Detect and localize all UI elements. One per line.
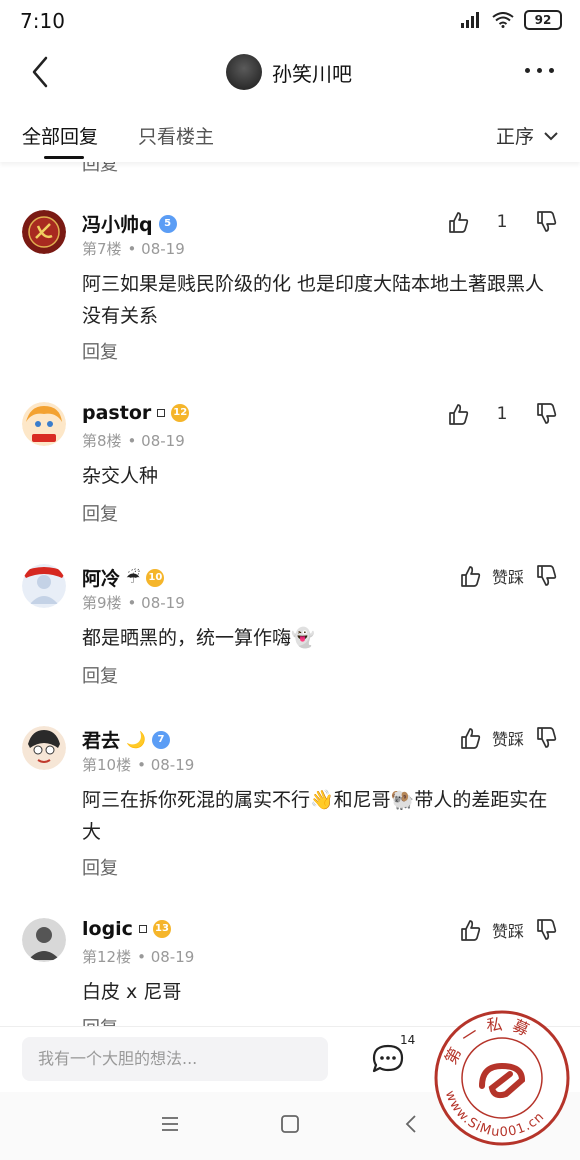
post-text: 白皮 x 尼哥 xyxy=(82,981,182,1003)
status-bar: 7:10 92 xyxy=(0,0,580,42)
sort-label: 正序 xyxy=(495,126,534,148)
replies-list: 回复 冯小帅q 5 第7楼 • 08-19 阿三如果是贱民阶级的化 也是印度大陆本… xyxy=(0,162,580,1026)
vote-label: 赞踩 xyxy=(491,568,524,587)
post-date: 08-19 xyxy=(150,948,195,966)
floor-number: 第10楼 xyxy=(82,756,132,774)
user-row: 君去 🌙 7 xyxy=(82,726,170,753)
post-date: 08-19 xyxy=(150,756,195,774)
level-badge: 10 xyxy=(146,568,165,587)
post-meta: 第9楼 • 08-19 xyxy=(82,594,185,612)
avatar[interactable] xyxy=(22,726,66,770)
post-meta: 第10楼 • 08-19 xyxy=(82,756,195,774)
thumbs-down-icon[interactable] xyxy=(534,918,558,942)
like-count: 1 xyxy=(496,404,508,424)
post-text: 都是晒黑的，统一算作嗨👻 xyxy=(82,627,315,649)
post-date: 08-19 xyxy=(141,594,185,612)
forum-title: 孙笑川吧 xyxy=(272,61,352,86)
username[interactable]: 阿冷 xyxy=(82,564,120,591)
username[interactable]: pastor xyxy=(82,402,151,424)
username[interactable]: 冯小帅q xyxy=(82,210,153,237)
tab-op-only[interactable]: 只看楼主 xyxy=(138,122,214,149)
comment-count-badge: 14 xyxy=(400,1033,416,1047)
thumbs-down-icon[interactable] xyxy=(534,402,558,426)
level-badge: 13 xyxy=(152,920,171,938)
reply-link[interactable]: 回复 xyxy=(82,854,118,880)
thumbs-up-icon[interactable] xyxy=(446,210,470,234)
user-row: 阿冷 ☔ 10 xyxy=(82,564,165,591)
post-text: 阿三在拆你死混的属实不行👋和尼哥🐏带人的差距实在大 xyxy=(82,789,548,843)
thumbs-up-icon[interactable] xyxy=(458,918,482,942)
forum-avatar xyxy=(226,54,262,90)
level-badge: 7 xyxy=(151,730,170,749)
top-bar: 孙笑川吧 xyxy=(0,42,580,106)
thumbs-down-icon[interactable] xyxy=(534,726,558,750)
floor-number: 第8楼 xyxy=(82,432,122,450)
chevron-down-icon xyxy=(544,131,558,140)
wifi-icon xyxy=(492,12,514,28)
level-badge: 5 xyxy=(158,214,177,233)
sort-dropdown[interactable]: 正序 xyxy=(496,122,558,149)
post-meta: 第8楼 • 08-19 xyxy=(82,432,185,450)
username[interactable]: 君去 xyxy=(82,726,120,753)
signal-icon xyxy=(461,12,479,28)
back-icon[interactable] xyxy=(400,1112,424,1136)
vote-actions: 1 xyxy=(446,210,558,234)
watermark-stamp: 第一私募 www.SiMu001.cn xyxy=(434,1010,570,1146)
post-date: 08-19 xyxy=(141,240,185,258)
floor-number: 第7楼 xyxy=(82,240,122,258)
thumbs-up-icon[interactable] xyxy=(458,726,482,750)
vote-actions: 赞踩 xyxy=(458,564,558,588)
post-text: 杂交人种 xyxy=(82,465,159,487)
active-tab-indicator xyxy=(44,156,84,159)
thumbs-up-icon[interactable] xyxy=(458,564,482,588)
post-date: 08-19 xyxy=(141,432,185,450)
comment-input[interactable]: 我有一个大胆的想法... xyxy=(22,1037,328,1081)
reply-link[interactable]: 回复 xyxy=(82,1014,118,1026)
forum-title-group[interactable]: 孙笑川吧 xyxy=(226,54,352,90)
vote-actions: 赞踩 xyxy=(458,918,558,942)
tab-all-replies[interactable]: 全部回复 xyxy=(22,122,98,149)
reply-link[interactable]: 回复 xyxy=(82,162,118,176)
umbrella-icon: ☔ xyxy=(126,568,141,587)
user-row: logic 13 xyxy=(82,918,171,940)
floor-number: 第12楼 xyxy=(82,948,132,966)
username[interactable]: logic xyxy=(82,918,133,940)
more-options-icon[interactable] xyxy=(525,68,554,73)
member-icon xyxy=(138,925,147,933)
tab-bar: 全部回复 只看楼主 正序 xyxy=(0,108,580,162)
level-badge: 12 xyxy=(171,404,190,422)
reply-link[interactable]: 回复 xyxy=(82,662,118,688)
vote-actions: 赞踩 xyxy=(458,726,558,750)
vote-label: 赞踩 xyxy=(491,922,524,941)
status-time: 7:10 xyxy=(20,9,65,33)
avatar[interactable] xyxy=(22,918,66,962)
member-icon xyxy=(157,409,166,417)
vote-label: 赞踩 xyxy=(491,730,524,749)
post-text: 阿三如果是贱民阶级的化 也是印度大陆本地土著跟黑人没有关系 xyxy=(82,273,545,327)
avatar[interactable] xyxy=(22,210,66,254)
like-count: 1 xyxy=(496,212,508,232)
post-meta: 第12楼 • 08-19 xyxy=(82,948,195,966)
floor-number: 第9楼 xyxy=(82,594,122,612)
thumbs-down-icon[interactable] xyxy=(534,210,558,234)
reply-link[interactable]: 回复 xyxy=(82,500,118,526)
status-icons: 92 xyxy=(460,10,562,30)
user-row: pastor 12 xyxy=(82,402,190,424)
thumbs-up-icon[interactable] xyxy=(446,402,470,426)
post-meta: 第7楼 • 08-19 xyxy=(82,240,185,258)
reply-link[interactable]: 回复 xyxy=(82,338,118,364)
battery-icon: 92 xyxy=(524,10,562,30)
avatar[interactable] xyxy=(22,564,66,608)
user-row: 冯小帅q 5 xyxy=(82,210,177,237)
moon-icon: 🌙 xyxy=(126,730,146,749)
menu-icon[interactable] xyxy=(158,1112,182,1136)
home-icon[interactable] xyxy=(278,1112,302,1136)
back-arrow-icon[interactable] xyxy=(24,52,60,92)
thumbs-down-icon[interactable] xyxy=(534,564,558,588)
avatar[interactable] xyxy=(22,402,66,446)
vote-actions: 1 xyxy=(446,402,558,426)
